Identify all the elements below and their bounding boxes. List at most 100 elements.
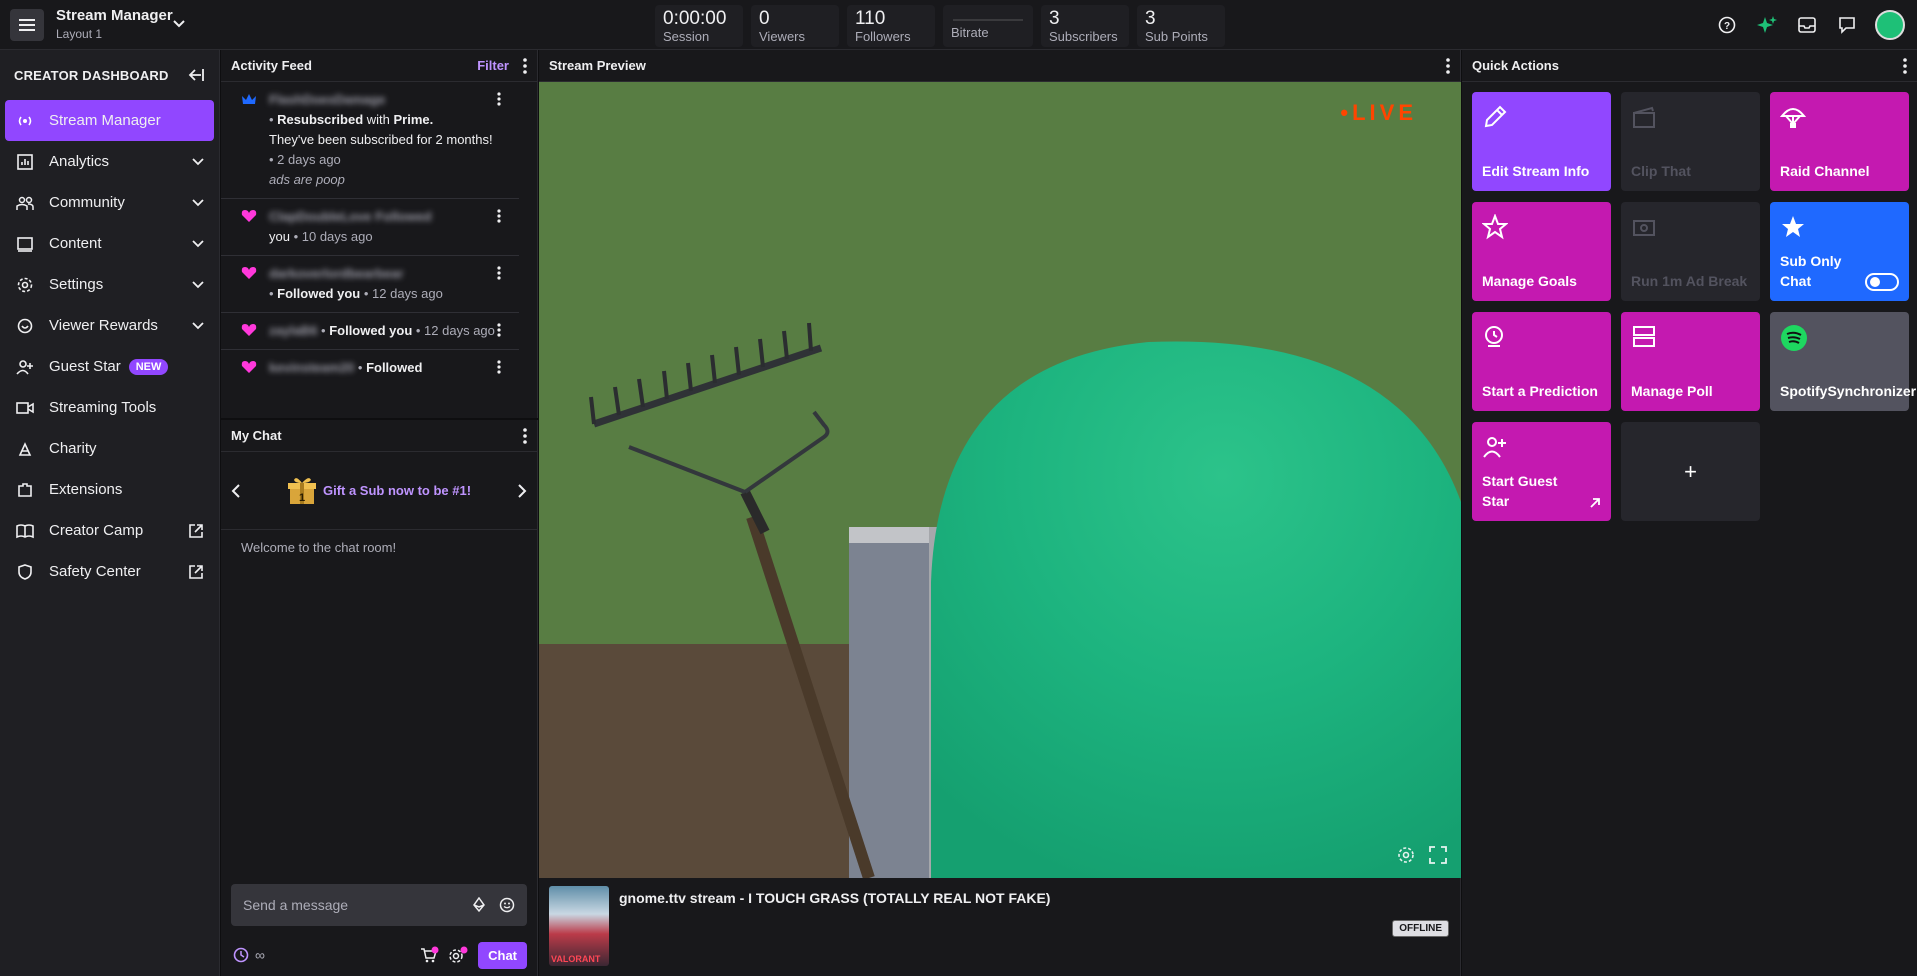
start-prediction-button[interactable]: Start a Prediction	[1472, 312, 1611, 411]
tile-label: Manage Poll	[1631, 383, 1713, 399]
star-icon	[1481, 213, 1509, 243]
chat-input[interactable]: Send a message	[231, 884, 527, 926]
tile-label: Run 1m Ad Break	[1631, 273, 1748, 289]
feed-username[interactable]: ClapDoubleLove	[269, 209, 372, 224]
status-badge: OFFLINE	[1392, 920, 1449, 937]
sidebar-item-community[interactable]: Community	[5, 182, 214, 223]
feed-username[interactable]: kevinsteam20	[269, 360, 354, 375]
emote-icon[interactable]	[499, 897, 515, 913]
sidebar-item-stream-manager[interactable]: Stream Manager	[5, 100, 214, 141]
tile-label: Start Guest Star	[1482, 473, 1558, 509]
stat-session[interactable]: 0:00:00 Session	[655, 5, 743, 47]
sub-only-chat-button[interactable]: Sub Only Chat	[1770, 202, 1909, 301]
hamburger-icon	[19, 19, 35, 31]
video-player[interactable]: •LIVE	[539, 82, 1461, 878]
spotify-synchronizer-button[interactable]: SpotifySynchronizer	[1770, 312, 1916, 411]
video-settings-gear-icon[interactable]	[1397, 846, 1415, 864]
add-quick-action-button[interactable]: +	[1621, 422, 1760, 521]
clapper-icon	[1631, 104, 1657, 133]
sub-only-toggle[interactable]	[1865, 273, 1899, 291]
more-options-icon[interactable]	[523, 427, 527, 444]
more-options-icon[interactable]	[1446, 57, 1450, 74]
stat-followers[interactable]: 110 Followers	[847, 5, 935, 47]
more-options-icon[interactable]	[497, 90, 511, 190]
add-person-icon	[1482, 434, 1508, 463]
sidebar-item-guest-star[interactable]: Guest Star NEW	[5, 346, 214, 387]
fullscreen-icon[interactable]	[1429, 846, 1447, 864]
stat-subscribers[interactable]: 3 Subscribers	[1041, 5, 1129, 47]
feed-text: FlashDoesDamage • Resubscribed with Prim…	[269, 90, 497, 190]
run-ad-break-button[interactable]: Run 1m Ad Break	[1621, 202, 1760, 301]
sidebar-item-extensions[interactable]: Extensions	[5, 469, 214, 510]
feed-username[interactable]: darkoverlordbearbear	[269, 264, 497, 284]
stat-label: Bitrate	[951, 25, 989, 40]
sidebar-item-streaming-tools[interactable]: Streaming Tools	[5, 387, 214, 428]
feed-item-follow[interactable]: kevinsteam20 • Followed	[221, 350, 519, 386]
sparkle-icon[interactable]	[1755, 13, 1779, 37]
stat-sub-points[interactable]: 3 Sub Points	[1137, 5, 1225, 47]
svg-text:1: 1	[299, 492, 305, 504]
manage-poll-button[interactable]: Manage Poll	[1621, 312, 1760, 411]
stat-viewers[interactable]: 0 Viewers	[751, 5, 839, 47]
more-options-icon[interactable]	[497, 207, 511, 247]
sidebar-item-content[interactable]: Content	[5, 223, 214, 264]
inbox-icon[interactable]	[1795, 13, 1819, 37]
gift-sub-link[interactable]: 1 Gift a Sub now to be #1!	[241, 476, 517, 506]
stat-bitrate[interactable]: Bitrate	[943, 5, 1033, 47]
panel-title: Quick Actions	[1472, 58, 1559, 73]
feed-item-follow[interactable]: ClapDoubleLove Followed you • 10 days ag…	[221, 199, 519, 256]
whispers-icon[interactable]	[1835, 13, 1859, 37]
feed-username[interactable]: zaylaB6	[269, 323, 317, 338]
heart-icon	[241, 321, 269, 341]
feed-username[interactable]: FlashDoesDamage	[269, 90, 497, 110]
top-icons: ?	[1715, 0, 1917, 50]
panel-title: My Chat	[231, 428, 282, 443]
sidebar-item-settings[interactable]: Settings	[5, 264, 214, 305]
bits-icon[interactable]	[471, 897, 487, 913]
sidebar-item-analytics[interactable]: Analytics	[5, 141, 214, 182]
chat-send-button[interactable]: Chat	[478, 941, 527, 969]
menu-button[interactable]	[10, 9, 44, 41]
filter-button[interactable]: Filter	[477, 58, 509, 73]
channel-points-icon[interactable]	[233, 947, 249, 963]
layout-chevron-down-icon[interactable]	[172, 16, 186, 32]
feed-item-follow[interactable]: zaylaB6 • Followed you • 12 days ago	[221, 313, 519, 350]
start-guest-star-button[interactable]: Start Guest Star	[1472, 422, 1611, 521]
clip-that-button[interactable]: Clip That	[1621, 92, 1760, 191]
manage-goals-button[interactable]: Manage Goals	[1472, 202, 1611, 301]
more-options-icon[interactable]	[497, 264, 511, 304]
collapse-sidebar-icon[interactable]	[187, 68, 205, 82]
cart-icon[interactable]	[420, 946, 440, 964]
tile-label: Manage Goals	[1482, 273, 1577, 289]
stat-value: 0:00:00	[663, 8, 727, 29]
sidebar-item-viewer-rewards[interactable]: Viewer Rewards	[5, 305, 214, 346]
feed-item-follow[interactable]: darkoverlordbearbear • Followed you • 12…	[221, 256, 519, 313]
feed-item-resub[interactable]: FlashDoesDamage • Resubscribed with Prim…	[221, 82, 519, 199]
stat-value: 3	[1049, 8, 1060, 29]
welcome-message: Welcome to the chat room!	[241, 540, 397, 555]
chevron-right-icon[interactable]	[517, 483, 527, 498]
sidebar-item-label: Content	[49, 235, 102, 252]
help-icon[interactable]: ?	[1715, 13, 1739, 37]
game-box-art[interactable]: VALORANT	[549, 886, 609, 966]
stream-preview-header: Stream Preview	[539, 50, 1460, 82]
feed-action: Followed	[375, 209, 432, 224]
sidebar-item-creator-camp[interactable]: Creator Camp	[5, 510, 214, 551]
more-options-icon[interactable]	[497, 321, 511, 341]
more-options-icon[interactable]	[497, 358, 511, 378]
layout-name[interactable]: Layout 1	[56, 27, 102, 41]
sidebar-item-safety-center[interactable]: Safety Center	[5, 551, 214, 592]
sidebar-item-charity[interactable]: Charity	[5, 428, 214, 469]
more-options-icon[interactable]	[1903, 57, 1907, 74]
chat-settings-gear-icon[interactable]	[448, 946, 470, 964]
chevron-left-icon[interactable]	[231, 483, 241, 498]
feed-detail: you	[269, 229, 290, 244]
edit-stream-info-button[interactable]: Edit Stream Info	[1472, 92, 1611, 191]
raid-channel-button[interactable]: Raid Channel	[1770, 92, 1909, 191]
gear-icon	[15, 277, 35, 293]
user-avatar[interactable]	[1875, 10, 1905, 40]
more-options-icon[interactable]	[523, 57, 527, 74]
app-title[interactable]: Stream Manager	[56, 7, 173, 24]
poll-icon	[1631, 324, 1657, 353]
charity-icon	[15, 441, 35, 457]
